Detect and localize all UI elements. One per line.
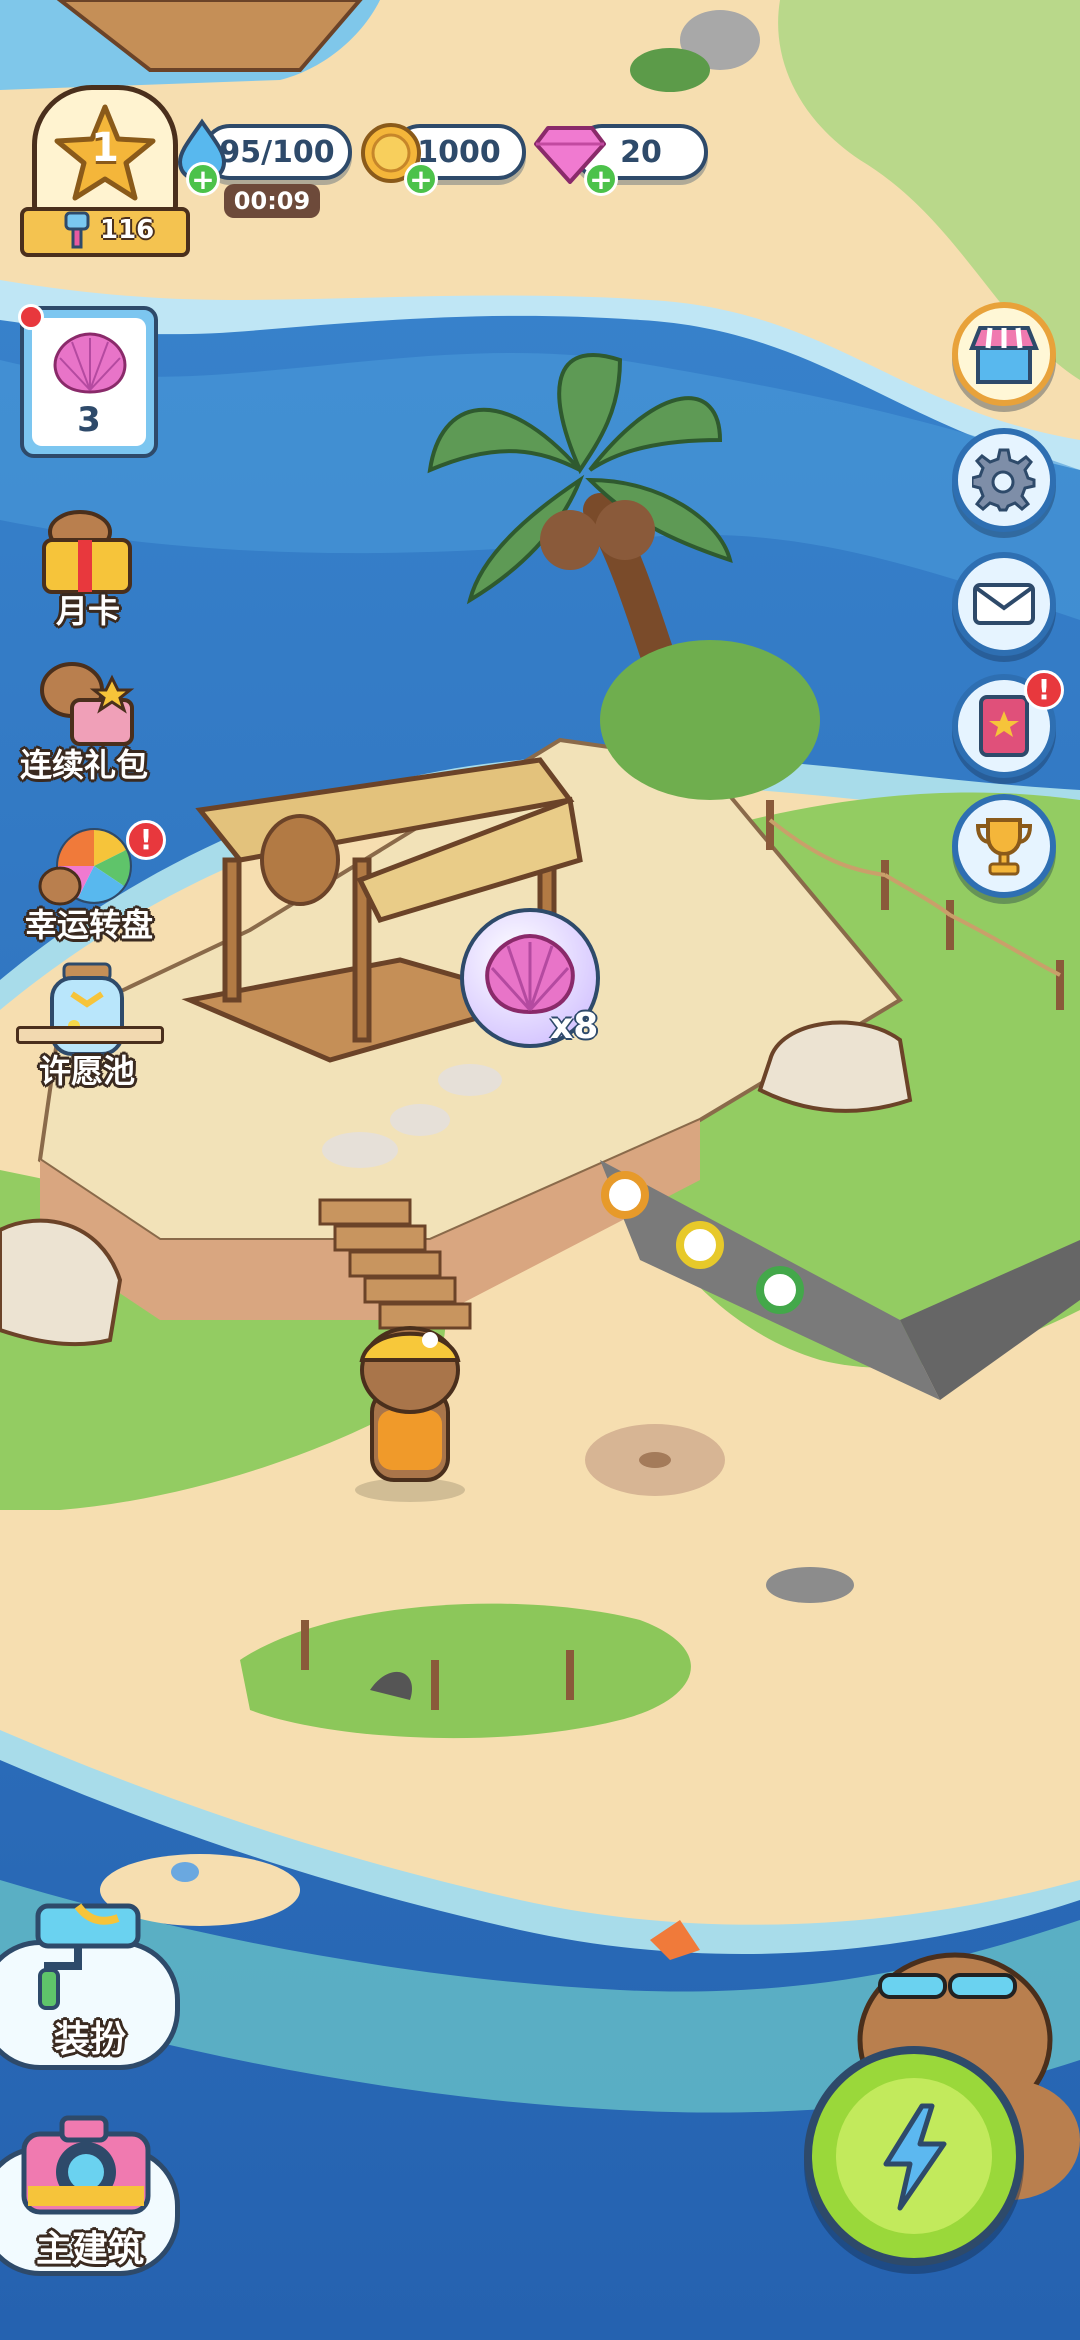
coin-counter[interactable]: 1000 + [358,118,528,198]
mail-icon [972,580,1036,628]
coin-add-button[interactable]: + [404,162,438,196]
shell-pickup-quantity: x8 [550,1006,599,1047]
shell-card-alert [18,304,44,330]
trophy-button[interactable] [952,794,1056,898]
action-energy-button[interactable] [804,2046,1024,2266]
energy-timer: 00:09 [224,184,320,218]
lucky-wheel-icon [38,826,138,910]
continuous-gift-label: 连续礼包 [19,746,148,784]
shell-icon [480,933,580,1016]
monthly-card-button[interactable]: 月卡 [28,510,148,630]
paint-brush-icon [60,211,94,251]
shop-icon [968,322,1040,386]
quest-book-button[interactable]: ! [952,670,1064,778]
main-building-label: 主建筑 [35,2229,144,2270]
quest-book-icon [975,693,1033,759]
camera-icon [16,2110,156,2220]
lightning-icon [870,2102,960,2212]
wishing-pool-ribbon [16,1026,164,1044]
continuous-gift-button[interactable]: 连续礼包 [14,660,154,786]
wishing-pool-label: 许愿池 [38,1052,135,1090]
decorate-button[interactable]: 装扮 [0,1900,188,2076]
decorate-label: 装扮 [53,2019,126,2060]
monthly-card-icon [38,510,138,594]
lucky-wheel-alert: ! [126,820,166,860]
shell-card[interactable]: 3 [18,304,158,458]
energy-add-button[interactable]: + [186,162,220,196]
shell-icon [50,332,130,396]
wishing-pool-button[interactable]: 许愿池 [12,960,164,1090]
lucky-wheel-button[interactable]: ! 幸运转盘 [14,820,166,944]
trophy-icon [972,814,1036,878]
energy-counter[interactable]: 95/100 + 00:09 [172,118,362,218]
gear-icon [970,448,1036,512]
main-building-button[interactable]: 主建筑 [0,2106,188,2282]
paint-roller-icon [18,1900,148,2010]
settings-button[interactable] [952,428,1056,532]
level-number: 1 [91,125,119,171]
monthly-card-label: 月卡 [55,592,120,630]
mail-button[interactable] [952,552,1056,656]
gem-counter[interactable]: 20 + [534,118,710,198]
energy-value: 95/100 [219,134,335,170]
shell-card-count: 3 [77,400,101,440]
shop-button[interactable] [952,302,1056,406]
shell-pickup-bubble[interactable]: x8 [450,908,610,1058]
lucky-wheel-label: 幸运转盘 [24,906,153,944]
quest-book-alert: ! [1024,670,1064,710]
gift-pack-icon [32,660,142,750]
level-badge[interactable]: 1 116 [20,85,190,265]
gem-value: 20 [620,134,662,170]
gem-add-button[interactable]: + [584,162,618,196]
level-points: 116 [100,215,155,245]
